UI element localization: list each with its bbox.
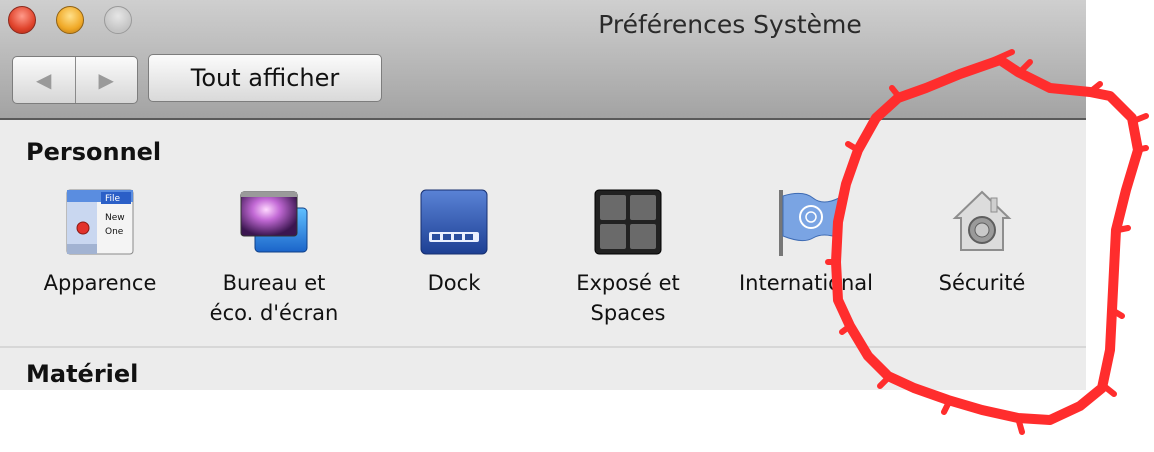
pane-label: Apparence [43, 271, 157, 295]
back-forward-control: ◀ ▶ [12, 56, 138, 104]
minimize-window-button[interactable] [56, 6, 84, 34]
close-window-button[interactable] [8, 6, 36, 34]
section-title-personal: Personnel [26, 138, 162, 166]
back-arrow-icon: ◀ [36, 68, 52, 92]
expose-spaces-icon [594, 189, 662, 255]
appearance-icon-file-text: File [105, 194, 121, 204]
pane-label: Exposé et Spaces [576, 271, 680, 325]
desktop-screensaver-icon [240, 191, 308, 253]
pane-label: Sécurité [938, 271, 1026, 295]
appearance-icon-new-text: New [105, 213, 125, 223]
system-preferences-window: Préférences Système ◀ ▶ Tout afficher Pe… [0, 0, 1086, 390]
pane-security[interactable]: Sécurité [904, 188, 1060, 338]
pane-international[interactable]: International [728, 188, 884, 338]
international-flag-icon [779, 190, 840, 256]
zoom-window-button[interactable] [104, 6, 132, 34]
appearance-icon-one-text: One [105, 227, 124, 237]
section-divider [0, 346, 1086, 348]
pane-label: Bureau et éco. d'écran [209, 271, 339, 325]
dock-icon [420, 189, 488, 255]
appearance-icon: File New One [66, 189, 134, 255]
pane-dock[interactable]: Dock [376, 188, 532, 338]
pane-desktop-screensaver[interactable]: Bureau et éco. d'écran [196, 188, 352, 338]
show-all-button[interactable]: Tout afficher [148, 54, 382, 102]
pane-expose-spaces[interactable]: Exposé et Spaces [550, 188, 706, 338]
title-bar: Préférences Système ◀ ▶ Tout afficher [0, 0, 1086, 120]
pane-label: Dock [427, 271, 481, 295]
window-title: Préférences Système [598, 10, 862, 39]
forward-button[interactable]: ▶ [76, 57, 138, 103]
forward-arrow-icon: ▶ [98, 68, 114, 92]
section-title-hardware: Matériel [26, 360, 139, 388]
back-button[interactable]: ◀ [13, 57, 76, 103]
security-house-icon [952, 190, 1012, 251]
pane-label: International [738, 271, 874, 295]
pane-appearance[interactable]: File New One Apparence [22, 188, 178, 338]
